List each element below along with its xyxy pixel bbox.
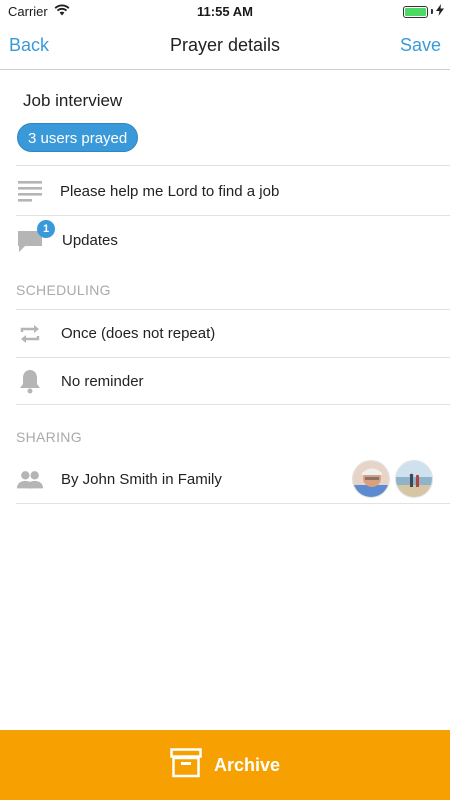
sharing-row[interactable]: By John Smith in Family [16, 456, 450, 504]
avatar[interactable] [395, 460, 433, 498]
page-title: Prayer details [169, 35, 281, 55]
updates-count-badge: 1 [37, 220, 55, 238]
status-right [403, 4, 444, 19]
archive-box-icon [170, 747, 202, 783]
bell-icon [16, 367, 44, 395]
charging-bolt-icon [436, 4, 444, 19]
status-time: 11:55 AM [197, 4, 253, 19]
prayer-title[interactable]: Job interview [23, 91, 122, 111]
save-button[interactable]: Save [400, 35, 441, 56]
scheduling-section-header: SCHEDULING [16, 282, 111, 298]
shared-by-label: By John Smith in Family [61, 471, 222, 488]
sharing-section-header: SHARING [16, 404, 450, 445]
prayer-header: Job interview 3 users prayed [0, 70, 450, 165]
archive-label: Archive [213, 754, 281, 775]
avatar[interactable] [352, 460, 390, 498]
prayer-description: Please help me Lord to find a job [60, 183, 280, 200]
repeat-icon [16, 320, 44, 348]
battery-tip [431, 9, 433, 14]
updates-row[interactable]: 1 Updates [16, 215, 450, 264]
repeat-row[interactable]: Once (does not repeat) [16, 309, 450, 357]
reminder-value: No reminder [61, 373, 144, 390]
reminder-row[interactable]: No reminder [16, 357, 450, 405]
status-bar: Carrier 11:55 AM [0, 0, 450, 22]
navigation-bar: Back Prayer details Save [0, 22, 450, 70]
archive-button[interactable]: Archive [0, 730, 450, 800]
group-icon [16, 466, 44, 494]
updates-label: Updates [62, 232, 118, 249]
repeat-value: Once (does not repeat) [61, 325, 216, 342]
description-lines-icon [16, 177, 44, 205]
prayed-count-badge[interactable]: 3 users prayed [17, 123, 139, 152]
description-row[interactable]: Please help me Lord to find a job [16, 165, 450, 215]
battery-icon [403, 5, 428, 18]
